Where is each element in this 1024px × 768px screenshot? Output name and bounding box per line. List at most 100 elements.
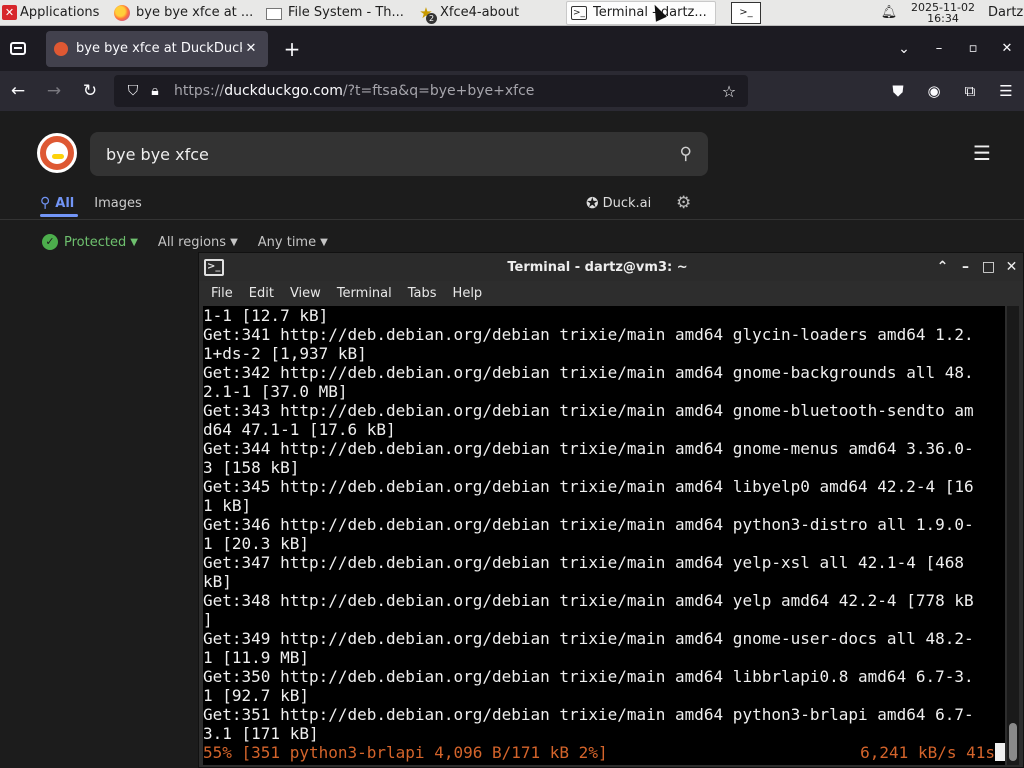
chevron-down-icon: ▼ <box>230 236 238 248</box>
duck-ai-button[interactable]: ✪ Duck.ai <box>586 191 651 215</box>
menu-file[interactable]: File <box>203 286 241 301</box>
search-input[interactable]: bye bye xfce ⚲ <box>90 132 708 176</box>
terminal-line: 1-1 [12.7 kB] <box>203 306 329 325</box>
url-text[interactable]: https://duckduckgo.com/?t=ftsa&q=bye+bye… <box>174 83 718 99</box>
pocket-icon: ⛊ <box>892 82 904 100</box>
scrollbar-thumb[interactable] <box>1009 723 1017 761</box>
menu-terminal[interactable]: Terminal <box>329 286 400 301</box>
pocket-button[interactable]: ⛊ <box>880 75 916 107</box>
lock-icon[interactable]: 🔒︎ <box>144 83 166 99</box>
back-arrow-icon: ← <box>10 81 26 101</box>
xfce-panel: ✕ Applications bye bye xfce at ... File … <box>0 0 1024 26</box>
protection-filter[interactable]: ✓ Protected ▼ <box>42 234 138 250</box>
terminal-line: Get:347 http://deb.debian.org/debian tri… <box>203 553 964 572</box>
panel-clock[interactable]: 2025-11-02 16:34 <box>902 2 984 24</box>
clock-date: 2025-11-02 <box>911 0 975 14</box>
terminal-line: 1 [92.7 kB] <box>203 686 309 705</box>
menu-tabs[interactable]: Tabs <box>400 286 445 301</box>
terminal-lines: 1-1 [12.7 kB] Get:341 http://deb.debian.o… <box>203 306 1005 743</box>
terminal-line: kB] <box>203 572 232 591</box>
taskbar-item-file-manager[interactable]: File System - Th... <box>262 1 412 25</box>
search-icon[interactable]: ⚲ <box>680 144 692 164</box>
menu-view[interactable]: View <box>282 286 329 301</box>
firefox-view-icon <box>10 42 26 55</box>
back-button[interactable]: ← <box>0 75 36 107</box>
user-menu-button[interactable]: Dartz <box>984 0 1024 26</box>
account-button[interactable]: ◉ <box>916 75 952 107</box>
account-icon: ◉ <box>927 82 941 100</box>
chat-sparkle-icon: ✪ <box>586 194 599 212</box>
duck-icon <box>46 142 68 164</box>
firefox-view-button[interactable] <box>0 26 36 71</box>
user-name: Dartz <box>988 5 1024 20</box>
group-count-badge: 2 <box>426 12 437 24</box>
terminal-icon: >_ <box>571 6 587 20</box>
terminal-line: 3 [158 kB] <box>203 458 300 477</box>
hamburger-icon: ☰ <box>999 82 1013 100</box>
chevron-down-icon: ▼ <box>130 236 138 248</box>
terminal-line: Get:345 http://deb.debian.org/debian tri… <box>203 477 974 496</box>
show-desktop-button[interactable]: >_ <box>730 0 762 26</box>
terminal-output[interactable]: 1-1 [12.7 kB] Get:341 http://deb.debian.o… <box>203 306 1005 765</box>
apt-progress-line: 55% [351 python3-brlapi 4,096 B/171 kB 2… <box>203 743 1005 762</box>
terminal-line: 2.1-1 [37.0 MB] <box>203 382 348 401</box>
terminal-window[interactable]: >_ Terminal - dartz@vm3: ~ ⌃ – □ ✕ File … <box>198 252 1024 768</box>
gear-icon: ⚙ <box>676 193 692 213</box>
new-tab-button[interactable]: + <box>274 37 310 61</box>
firefox-navbar: ← → ↻ ⛉ 🔒︎ https://duckduckgo.com/?t=fts… <box>0 71 1024 111</box>
terminal-line: ] <box>203 610 213 629</box>
settings-button[interactable]: ⚙ <box>676 191 691 215</box>
taskbar-item-label: bye bye xfce at ... <box>136 5 254 20</box>
search-query[interactable]: bye bye xfce <box>106 145 680 164</box>
close-tab-icon[interactable]: ✕ <box>242 41 260 56</box>
reload-button[interactable]: ↻ <box>72 75 108 107</box>
taskbar-item-firefox[interactable]: bye bye xfce at ... <box>110 1 260 25</box>
bookmark-star-icon[interactable]: ☆ <box>718 82 740 101</box>
minimize-window-button[interactable]: – <box>954 259 977 275</box>
terminal-line: Get:346 http://deb.debian.org/debian tri… <box>203 515 974 534</box>
menu-edit[interactable]: Edit <box>241 286 282 301</box>
close-window-button[interactable]: ✕ <box>1000 259 1023 275</box>
close-window-button[interactable]: ✕ <box>990 41 1024 56</box>
browser-tab-title: bye bye xfce at DuckDuckGo <box>76 41 242 56</box>
terminal-line: Get:351 http://deb.debian.org/debian tri… <box>203 705 974 724</box>
terminal-line: 1+ds-2 [1,937 kB] <box>203 344 367 363</box>
bell-icon: 🔔︎ <box>880 5 898 20</box>
forward-button[interactable]: → <box>36 75 72 107</box>
url-bar[interactable]: ⛉ 🔒︎ https://duckduckgo.com/?t=ftsa&q=by… <box>114 75 748 107</box>
taskbar-item-terminal[interactable]: >_ Terminal - dartz... <box>566 0 716 25</box>
extensions-button[interactable]: ⧉ <box>952 75 988 107</box>
terminal-line: 3.1 [171 kB] <box>203 724 319 743</box>
shade-window-button[interactable]: ⌃ <box>931 259 954 275</box>
terminal-scrollbar[interactable] <box>1007 306 1019 765</box>
active-tab-indicator <box>40 214 78 217</box>
check-icon: ✓ <box>42 234 58 250</box>
terminal-line: Get:343 http://deb.debian.org/debian tri… <box>203 401 974 420</box>
terminal-line: Get:342 http://deb.debian.org/debian tri… <box>203 363 974 382</box>
tab-images[interactable]: Images <box>94 191 142 215</box>
time-filter[interactable]: Any time ▼ <box>258 235 328 250</box>
notifications-button[interactable]: 🔔︎ <box>876 0 902 26</box>
region-filter[interactable]: All regions ▼ <box>158 235 238 250</box>
applications-menu-button[interactable]: ✕ Applications <box>0 0 110 26</box>
tab-all[interactable]: ⚲ All <box>40 191 74 215</box>
menu-help[interactable]: Help <box>445 286 491 301</box>
terminal-titlebar[interactable]: >_ Terminal - dartz@vm3: ~ ⌃ – □ ✕ <box>199 253 1023 281</box>
forward-arrow-icon: → <box>46 81 62 101</box>
puzzle-piece-icon: ⧉ <box>964 82 976 100</box>
minimize-window-button[interactable]: – <box>922 41 956 56</box>
terminal-line: Get:341 http://deb.debian.org/debian tri… <box>203 325 974 344</box>
ddg-menu-button[interactable]: ☰ <box>970 141 994 165</box>
taskbar-item-xfce-about[interactable]: ★ 2 Xfce4-about <box>414 1 564 25</box>
list-all-tabs-button[interactable]: ⌄ <box>886 41 922 57</box>
terminal-line: Get:344 http://deb.debian.org/debian tri… <box>203 439 974 458</box>
maximize-window-button[interactable]: ▫ <box>956 41 990 56</box>
duckduckgo-logo[interactable] <box>37 133 77 173</box>
app-menu-button[interactable]: ☰ <box>988 75 1024 107</box>
terminal-line: Get:350 http://deb.debian.org/debian tri… <box>203 667 974 686</box>
tracking-shield-icon[interactable]: ⛉ <box>122 83 144 99</box>
taskbar-item-label: Xfce4-about <box>440 5 520 20</box>
maximize-window-button[interactable]: □ <box>977 259 1000 275</box>
file-manager-icon <box>266 7 282 20</box>
browser-tab[interactable]: bye bye xfce at DuckDuckGo ✕ <box>46 30 268 67</box>
